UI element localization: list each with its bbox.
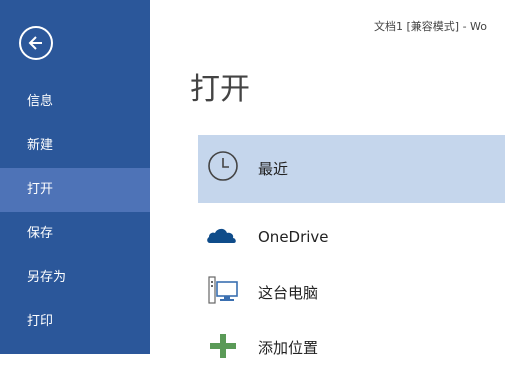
location-label: 最近	[258, 160, 289, 178]
location-label: 添加位置	[258, 339, 319, 357]
nav-item-open[interactable]: 打开	[0, 168, 150, 212]
nav-item-new[interactable]: 新建	[0, 124, 150, 168]
cloud-icon	[207, 228, 236, 243]
location-recent[interactable]: 最近	[198, 135, 505, 203]
location-add-place[interactable]: 添加位置	[198, 314, 505, 382]
nav-item-print[interactable]: 打印	[0, 300, 150, 344]
clock-icon	[208, 151, 238, 181]
backstage-sidebar: 信息 新建 打开 保存 另存为 打印	[0, 0, 150, 354]
nav-item-label: 另存为	[27, 270, 67, 285]
window-title: 文档1 [兼容模式] - Wo	[374, 20, 488, 33]
nav-item-info[interactable]: 信息	[0, 80, 150, 124]
computer-icon	[208, 276, 238, 304]
nav-item-save[interactable]: 保存	[0, 212, 150, 256]
nav-item-label: 信息	[27, 94, 54, 109]
nav-item-label: 打开	[27, 182, 54, 197]
page-title: 打开	[190, 72, 250, 107]
arrow-left-icon	[28, 36, 42, 50]
plus-icon	[210, 334, 236, 358]
nav-item-label: 打印	[27, 314, 54, 329]
back-button[interactable]	[19, 26, 53, 60]
nav-item-label: 保存	[27, 226, 54, 241]
nav-item-save-as[interactable]: 另存为	[0, 256, 150, 300]
nav-item-label: 新建	[27, 138, 54, 153]
